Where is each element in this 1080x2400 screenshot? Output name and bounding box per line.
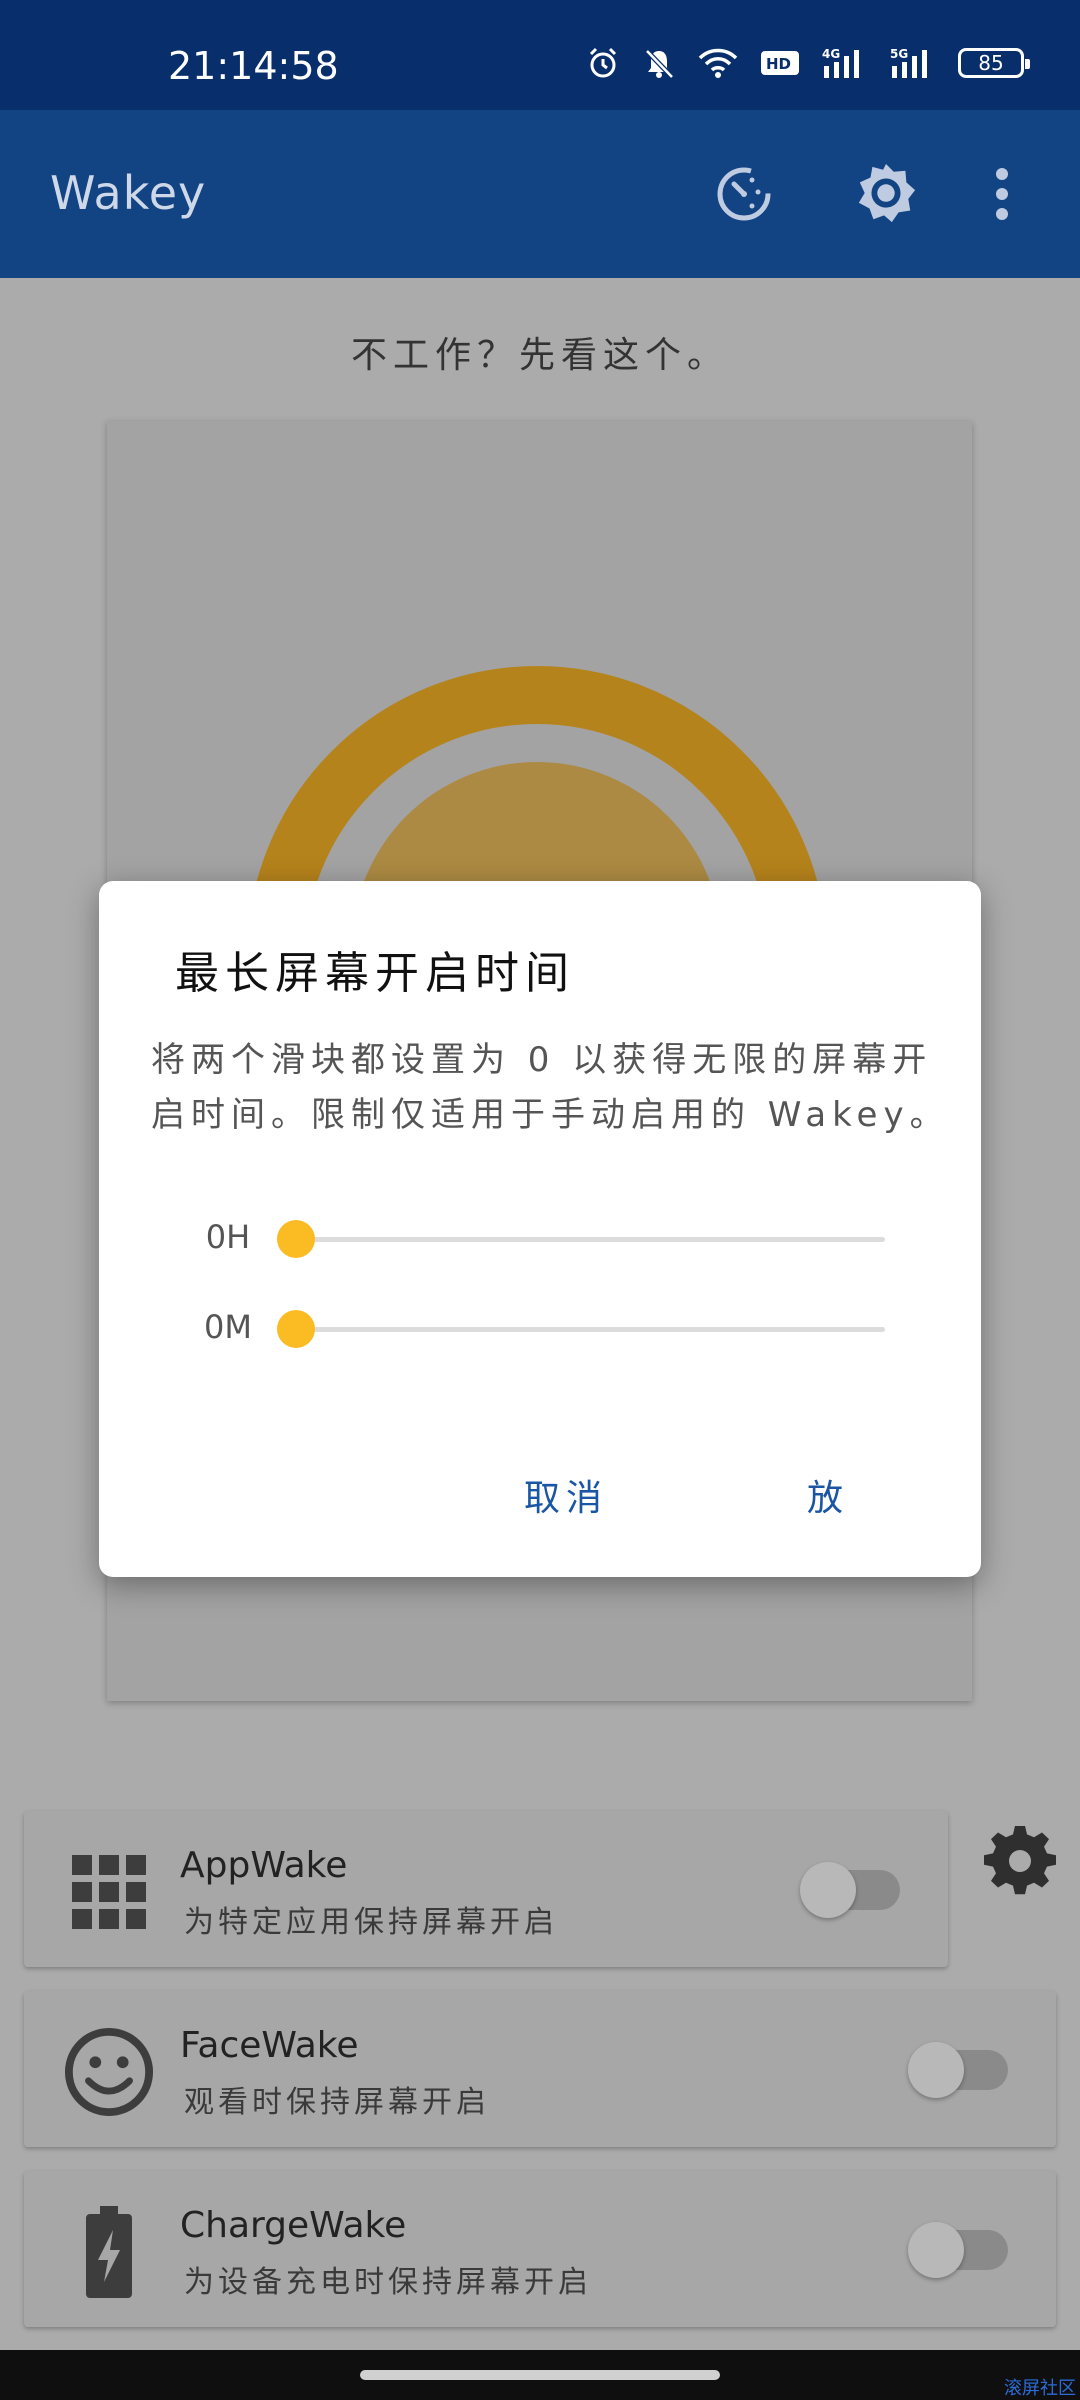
status-icons: HD 4G 5G 85 <box>586 46 1030 80</box>
minutes-slider-thumb[interactable] <box>277 1310 315 1348</box>
battery-indicator: 85 <box>958 48 1030 78</box>
feature-title: ChargeWake <box>180 2205 407 2246</box>
max-screen-on-time-dialog: 最长屏幕开启时间 将两个滑块都设置为 0 以获得无限的屏幕开启时间。限制仅适用于… <box>99 881 981 1577</box>
dialog-message: 将两个滑块都设置为 0 以获得无限的屏幕开启时间。限制仅适用于手动启用的 Wak… <box>151 1040 950 1135</box>
more-vertical-icon <box>996 168 1008 220</box>
feature-subtitle: 为特定应用保持屏幕开启 <box>184 1905 558 1940</box>
facewake-toggle[interactable] <box>908 2042 1008 2098</box>
ok-button[interactable]: 放 <box>807 1469 849 1521</box>
notifications-off-icon <box>645 49 674 79</box>
feature-card-facewake[interactable]: FaceWake 观看时保持屏幕开启 <box>24 1991 1056 2147</box>
watermark: 滚屏社区 <box>1004 2378 1076 2399</box>
feature-title: AppWake <box>180 1845 348 1886</box>
timer-icon <box>717 167 771 221</box>
overflow-menu-button[interactable] <box>982 162 1022 226</box>
status-bar: 21:14:58 HD 4G 5G 85 <box>0 0 1080 110</box>
app-bar: Wakey <box>0 110 1080 278</box>
svg-text:4G: 4G <box>822 47 840 61</box>
dialog-title: 最长屏幕开启时间 <box>175 948 575 999</box>
gear-icon <box>984 1825 1056 1895</box>
appwake-toggle[interactable] <box>800 1862 900 1918</box>
svg-text:HD: HD <box>766 55 791 73</box>
minutes-label: 0M <box>204 1308 252 1346</box>
screen: 21:14:58 HD 4G 5G 85 Wakey 不工作？先看这个。 App… <box>0 0 1080 2400</box>
alarm-icon <box>589 47 617 78</box>
feature-title: FaceWake <box>180 2025 359 2066</box>
svg-text:5G: 5G <box>890 47 908 61</box>
feature-card-chargewake[interactable]: ChargeWake 为设备充电时保持屏幕开启 <box>24 2171 1056 2327</box>
hours-label: 0H <box>205 1218 251 1256</box>
hours-slider-thumb[interactable] <box>277 1220 315 1258</box>
signal-5g-icon: 5G <box>890 47 927 78</box>
navigation-bar: 滚屏社区 <box>0 2350 1080 2400</box>
hours-slider-track[interactable] <box>297 1237 885 1242</box>
smiley-face-icon <box>64 2027 154 2117</box>
battery-level: 85 <box>978 51 1004 75</box>
signal-4g-icon: 4G <box>822 47 859 78</box>
feature-subtitle: 为设备充电时保持屏幕开启 <box>184 2265 592 2300</box>
timer-button[interactable] <box>712 162 776 226</box>
help-link[interactable]: 不工作？先看这个。 <box>0 326 1080 378</box>
feature-card-appwake[interactable]: AppWake 为特定应用保持屏幕开启 <box>24 1811 948 1967</box>
app-title: Wakey <box>50 166 207 220</box>
wifi-icon <box>698 48 738 78</box>
brightness-gear-icon <box>858 163 916 223</box>
cancel-button[interactable]: 取消 <box>524 1469 608 1521</box>
home-gesture-handle[interactable] <box>360 2370 720 2380</box>
grid-icon <box>64 1847 154 1937</box>
appwake-settings-button[interactable] <box>984 1825 1056 1898</box>
brightness-settings-button[interactable] <box>854 162 918 226</box>
chargewake-toggle[interactable] <box>908 2222 1008 2278</box>
hd-voice-icon: HD <box>761 51 799 75</box>
battery-charging-icon <box>64 2206 154 2298</box>
minutes-slider-row: 0M <box>99 1298 981 1358</box>
minutes-slider-track[interactable] <box>297 1327 885 1332</box>
status-time: 21:14:58 <box>168 44 339 88</box>
hours-slider-row: 0H <box>99 1208 981 1268</box>
feature-subtitle: 观看时保持屏幕开启 <box>184 2085 490 2120</box>
